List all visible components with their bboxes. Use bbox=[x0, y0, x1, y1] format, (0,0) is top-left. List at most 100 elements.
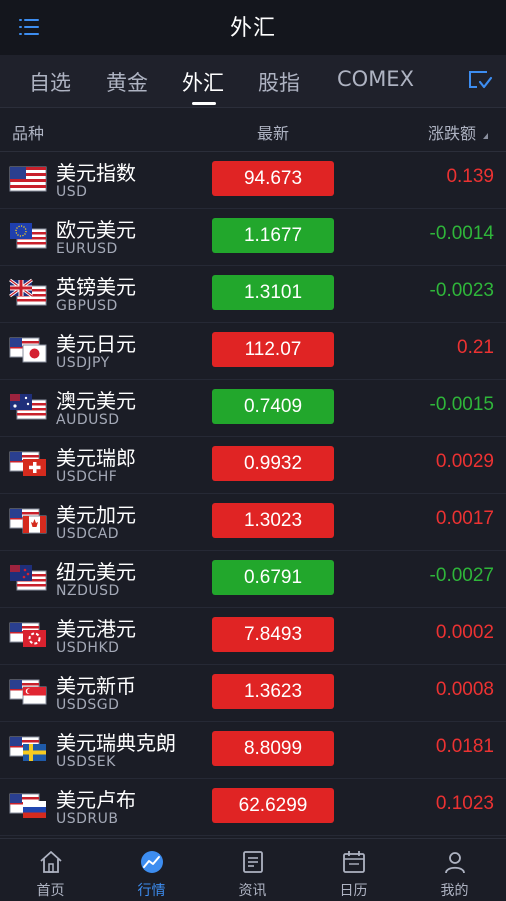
tab-index[interactable]: 股指 bbox=[258, 67, 300, 97]
instrument-name: 纽元美元 bbox=[56, 560, 136, 584]
instrument-name: 美元卢布 bbox=[56, 788, 136, 812]
home-icon bbox=[40, 851, 62, 873]
instrument-code: EURUSD bbox=[56, 241, 118, 257]
instrument-name: 美元加元 bbox=[56, 503, 136, 527]
us-ru-flag-icon bbox=[9, 793, 46, 818]
nav-market[interactable]: 行情 bbox=[101, 839, 202, 901]
quote-row[interactable]: 美元卢布 USDRUB 62.6299 0.1023 bbox=[0, 779, 506, 836]
tab-comex[interactable]: COMEX bbox=[337, 67, 414, 91]
quote-row[interactable]: 美元指数 USD 94.673 0.139 bbox=[0, 152, 506, 209]
us-hk-flag-icon bbox=[9, 622, 46, 647]
last-price[interactable]: 94.673 bbox=[212, 161, 334, 196]
us-ch-flag-icon bbox=[9, 451, 46, 476]
market-chart-icon bbox=[141, 851, 163, 873]
nav-label: 日历 bbox=[339, 883, 368, 899]
quote-row[interactable]: 美元加元 USDCAD 1.3023 0.0017 bbox=[0, 494, 506, 551]
quote-row[interactable]: 美元新币 USDSGD 1.3623 0.0008 bbox=[0, 665, 506, 722]
column-name[interactable]: 品种 bbox=[12, 120, 44, 144]
nav-profile[interactable]: 我的 bbox=[404, 839, 505, 901]
instrument-name: 澳元美元 bbox=[56, 389, 136, 413]
instrument-code: USDHKD bbox=[56, 640, 120, 656]
price-change: 0.0002 bbox=[435, 622, 494, 643]
instrument-name: 美元瑞郎 bbox=[56, 446, 136, 470]
column-change[interactable]: 涨跌额 bbox=[428, 120, 476, 144]
price-change: 0.0008 bbox=[435, 679, 494, 700]
tab-forex[interactable]: 外汇 bbox=[182, 67, 224, 97]
quote-row[interactable]: 美元日元 USDJPY 112.07 0.21 bbox=[0, 323, 506, 380]
instrument-name: 英镑美元 bbox=[56, 275, 136, 299]
last-price[interactable]: 0.9932 bbox=[212, 446, 334, 481]
tab-watchlist[interactable]: 自选 bbox=[29, 67, 71, 97]
edit-tabs-button[interactable] bbox=[450, 55, 506, 107]
instrument-name: 美元瑞典克朗 bbox=[56, 731, 176, 755]
us-ca-flag-icon bbox=[9, 508, 47, 534]
page-title: 外汇 bbox=[229, 16, 276, 41]
instrument-code: USDJPY bbox=[56, 355, 110, 371]
instrument-code: NZDUSD bbox=[56, 583, 120, 599]
profile-icon bbox=[445, 852, 465, 874]
au-us-flag-icon bbox=[10, 394, 47, 420]
nav-label: 行情 bbox=[137, 883, 166, 899]
instrument-name: 美元指数 bbox=[56, 161, 136, 185]
price-change: 0.139 bbox=[446, 166, 494, 187]
active-tab-indicator bbox=[192, 102, 216, 105]
instrument-code: USDSEK bbox=[56, 754, 116, 770]
last-price[interactable]: 1.3623 bbox=[212, 674, 334, 709]
last-price[interactable]: 62.6299 bbox=[212, 788, 334, 823]
last-price[interactable]: 112.07 bbox=[212, 332, 334, 367]
last-price[interactable]: 1.3023 bbox=[212, 503, 334, 538]
instrument-code: GBPUSD bbox=[56, 298, 118, 314]
bottom-nav: 首页 行情 资讯 日历 我的 bbox=[0, 838, 506, 901]
edit-watchlist-icon bbox=[469, 71, 493, 89]
last-price[interactable]: 1.3101 bbox=[212, 275, 334, 310]
nav-label: 首页 bbox=[36, 883, 65, 899]
us-se-flag-icon bbox=[9, 736, 46, 761]
column-price[interactable]: 最新 bbox=[257, 120, 289, 144]
price-change: -0.0027 bbox=[429, 565, 494, 586]
price-change: 0.1023 bbox=[435, 793, 494, 814]
instrument-name: 欧元美元 bbox=[56, 218, 136, 242]
nav-news[interactable]: 资讯 bbox=[202, 839, 303, 901]
price-change: 0.0029 bbox=[435, 451, 494, 472]
nav-calendar[interactable]: 日历 bbox=[303, 839, 404, 901]
price-change: 0.0017 bbox=[435, 508, 494, 529]
quote-row[interactable]: 美元瑞郎 USDCHF 0.9932 0.0029 bbox=[0, 437, 506, 494]
category-tabs: 自选 黄金 外汇 股指 COMEX L bbox=[0, 55, 506, 108]
price-change: 0.0181 bbox=[435, 736, 494, 757]
instrument-code: USD bbox=[56, 184, 88, 200]
quote-row[interactable]: 欧元美元 EURUSD 1.1677 -0.0014 bbox=[0, 209, 506, 266]
app-header: 外汇 bbox=[0, 0, 506, 55]
sort-icon[interactable] bbox=[483, 133, 488, 139]
eu-us-flag-icon bbox=[10, 223, 47, 249]
last-price[interactable]: 0.6791 bbox=[212, 560, 334, 595]
us-jp-flag-icon bbox=[9, 337, 47, 363]
last-price[interactable]: 1.1677 bbox=[212, 218, 334, 253]
column-header: 品种 最新 涨跌额 bbox=[0, 108, 506, 152]
last-price[interactable]: 0.7409 bbox=[212, 389, 334, 424]
price-change: 0.21 bbox=[457, 337, 494, 358]
calendar-icon bbox=[343, 851, 365, 873]
price-change: -0.0023 bbox=[429, 280, 494, 301]
quote-row[interactable]: 澳元美元 AUDUSD 0.7409 -0.0015 bbox=[0, 380, 506, 437]
instrument-code: USDCAD bbox=[56, 526, 120, 542]
quote-row[interactable]: 美元瑞典克朗 USDSEK 8.8099 0.0181 bbox=[0, 722, 506, 779]
news-icon bbox=[243, 851, 263, 873]
gb-us-flag-icon bbox=[9, 278, 47, 306]
nav-home[interactable]: 首页 bbox=[0, 839, 101, 901]
tab-gold[interactable]: 黄金 bbox=[106, 67, 148, 97]
quote-row[interactable]: 英镑美元 GBPUSD 1.3101 -0.0023 bbox=[0, 266, 506, 323]
instrument-name: 美元港元 bbox=[56, 617, 136, 641]
us-flag-icon bbox=[9, 166, 47, 192]
nav-label: 资讯 bbox=[238, 883, 267, 899]
instrument-code: USDSGD bbox=[56, 697, 120, 713]
instrument-code: USDCHF bbox=[56, 469, 118, 485]
quote-row[interactable]: 纽元美元 NZDUSD 0.6791 -0.0027 bbox=[0, 551, 506, 608]
last-price[interactable]: 8.8099 bbox=[212, 731, 334, 766]
last-price[interactable]: 7.8493 bbox=[212, 617, 334, 652]
tab-fade bbox=[420, 55, 450, 107]
instrument-name: 美元新币 bbox=[56, 674, 136, 698]
price-change: -0.0015 bbox=[429, 394, 494, 415]
instrument-name: 美元日元 bbox=[56, 332, 136, 356]
quote-list: 美元指数 USD 94.673 0.139 欧元美元 EURUSD 1.1677… bbox=[0, 152, 506, 836]
quote-row[interactable]: 美元港元 USDHKD 7.8493 0.0002 bbox=[0, 608, 506, 665]
